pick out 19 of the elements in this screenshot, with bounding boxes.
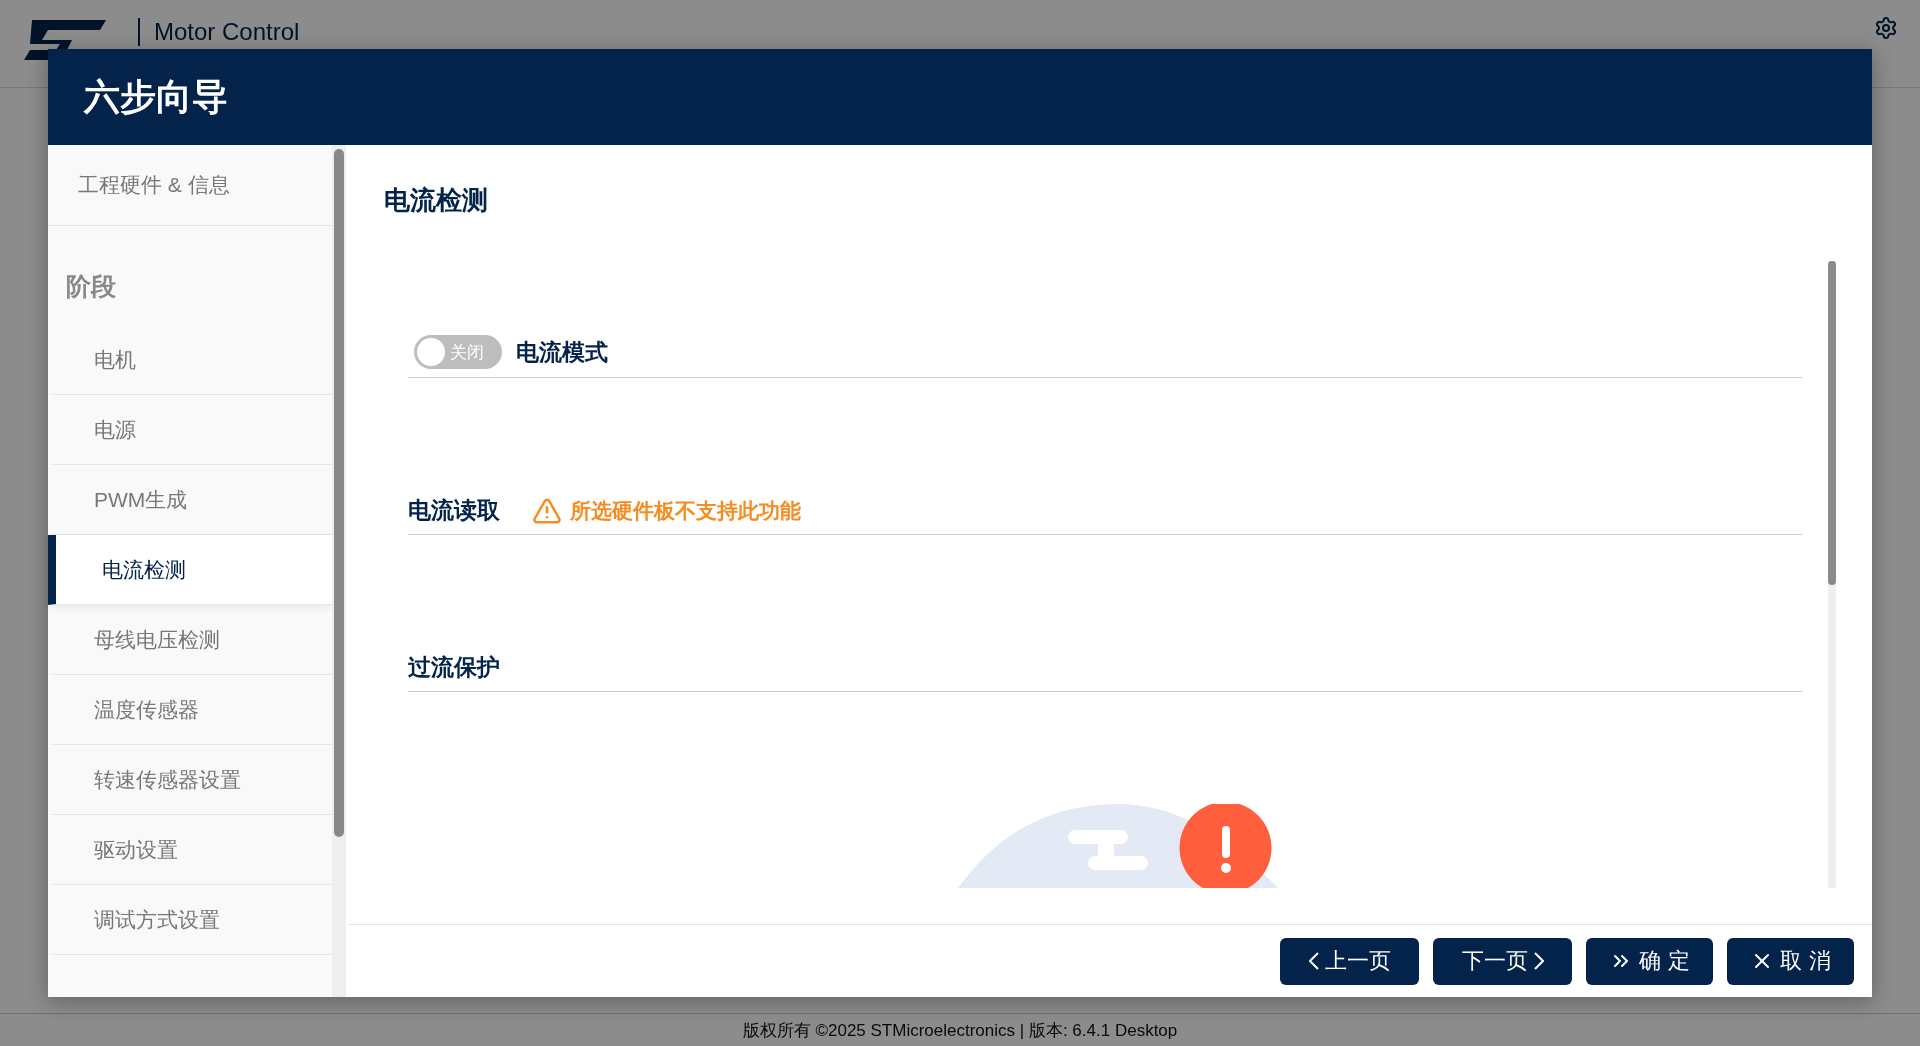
confirm-button[interactable]: 确 定 [1586, 937, 1713, 985]
scrollbar[interactable] [332, 145, 346, 997]
warning-text: 所选硬件板不支持此功能 [570, 497, 801, 524]
next-button[interactable]: 下一页 [1433, 937, 1572, 985]
section-title: 电流模式 [516, 337, 608, 367]
chevron-right-icon [1533, 952, 1544, 970]
sidebar-item[interactable]: 电流检测 [48, 535, 332, 605]
section-title: 电流读取 [408, 496, 500, 525]
cancel-button[interactable]: 取 消 [1727, 937, 1854, 985]
prev-button[interactable]: 上一页 [1280, 937, 1419, 985]
copyright-text: 版权所有 ©2025 STMicroelectronics | 版本: 6.4.1 Desktop [0, 1013, 1920, 1046]
chevron-left-icon [1308, 952, 1319, 970]
sidebar-heading: 阶段 [65, 271, 117, 302]
settings-icon[interactable] [1874, 16, 1898, 40]
page-title: 电流检测 [383, 184, 489, 217]
brand-name: Motor Control [138, 18, 300, 46]
dialog-title: 六步向导 [84, 74, 228, 119]
section-title: 过流保护 [408, 653, 500, 682]
scrollbar[interactable] [1828, 261, 1836, 888]
